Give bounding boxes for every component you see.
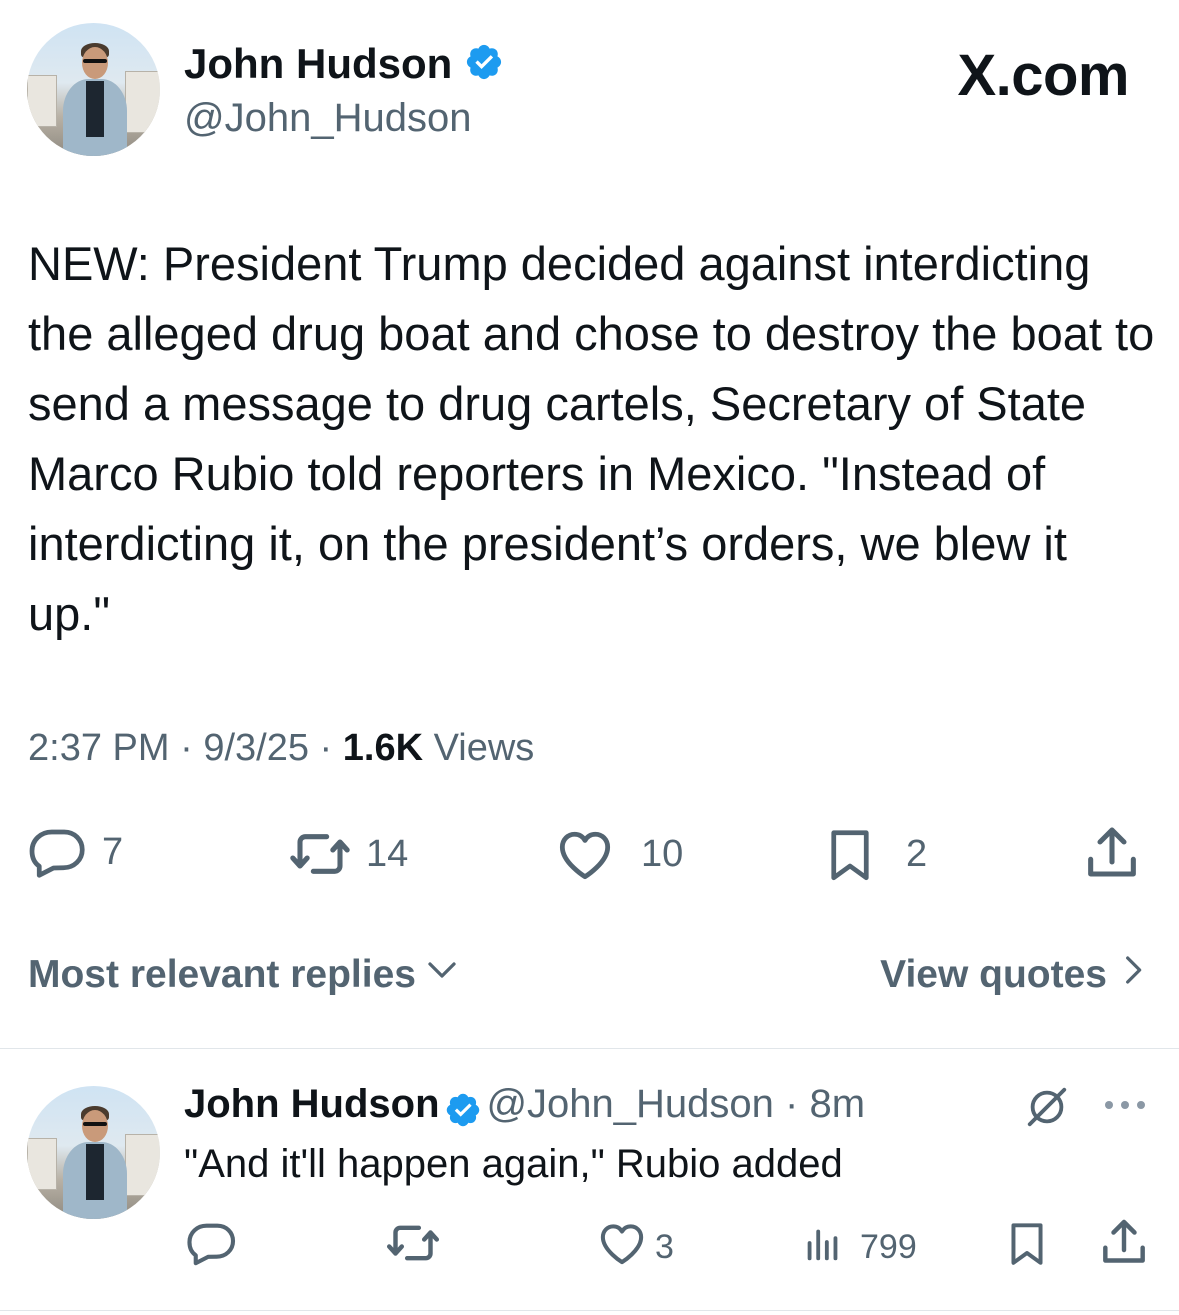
meta-separator: · <box>180 727 204 769</box>
like-button[interactable]: 10 <box>553 822 683 886</box>
reply-age: 8m <box>809 1082 866 1126</box>
meta-separator: · <box>319 727 343 769</box>
author-name-text: John Hudson <box>184 40 453 87</box>
repost-icon <box>288 822 352 886</box>
author-avatar[interactable] <box>27 23 160 156</box>
like-count: 10 <box>641 832 684 875</box>
avatar-head <box>82 1110 108 1142</box>
avatar-building-left <box>27 1138 57 1190</box>
reply-author-name[interactable]: John Hudson <box>184 1082 440 1126</box>
reply-share-button[interactable] <box>1096 1215 1152 1280</box>
reply-header: John Hudson @John_Hudson · 8m <box>184 1082 865 1134</box>
more-icon[interactable] <box>1100 1090 1150 1125</box>
reply-reply-button[interactable] <box>186 1217 238 1278</box>
reply-count: 7 <box>102 830 124 873</box>
views-label: Views <box>433 727 535 769</box>
repost-count: 14 <box>366 832 409 875</box>
avatar-shirt <box>86 1144 104 1200</box>
site-label: X.com <box>957 43 1129 108</box>
tweet-date[interactable]: 9/3/25 <box>203 727 309 769</box>
chevron-right-icon <box>1117 952 1149 998</box>
views-icon <box>800 1215 846 1280</box>
reply-button[interactable]: 7 <box>28 822 123 882</box>
tweet-time[interactable]: 2:37 PM <box>28 727 170 769</box>
view-quotes-link[interactable]: View quotes <box>880 952 1149 998</box>
share-button[interactable] <box>1080 822 1144 886</box>
avatar-head <box>82 47 108 79</box>
sort-label: Most relevant replies <box>28 953 416 996</box>
repost-button[interactable]: 14 <box>288 822 408 886</box>
avatar-building-right <box>125 71 160 133</box>
reply-text: "And it'll happen again," Rubio added <box>184 1142 843 1186</box>
repost-icon <box>385 1215 441 1280</box>
reply-views-button[interactable]: 799 <box>800 1215 917 1280</box>
reply-icon <box>186 1217 238 1278</box>
reply-icon <box>28 822 88 882</box>
like-icon <box>595 1215 649 1280</box>
author-name[interactable]: John Hudson <box>184 40 504 92</box>
sort-replies-dropdown[interactable]: Most relevant replies <box>28 952 460 998</box>
bookmark-icon <box>820 822 880 886</box>
reply-like-button[interactable]: 3 <box>595 1215 674 1280</box>
avatar-building-right <box>125 1134 160 1196</box>
reply-like-count: 3 <box>655 1228 674 1266</box>
reply-avatar[interactable] <box>27 1086 160 1219</box>
avatar-glasses <box>83 1122 107 1126</box>
avatar-shirt <box>86 81 104 137</box>
view-quotes-label: View quotes <box>880 953 1107 996</box>
verified-badge-icon <box>464 42 504 92</box>
bookmark-button[interactable]: 2 <box>820 822 927 886</box>
share-icon <box>1096 1215 1152 1280</box>
reply-author-handle[interactable]: @John_Hudson <box>486 1082 773 1126</box>
views-count: 1.6K <box>342 727 424 769</box>
divider <box>0 1048 1179 1049</box>
avatar-building-left <box>27 75 57 127</box>
divider-bottom <box>0 1310 1179 1311</box>
author-handle[interactable]: @John_Hudson <box>184 94 471 142</box>
tweet-meta: 2:37 PM · 9/3/25 · 1.6K Views <box>28 727 534 770</box>
reply-repost-button[interactable] <box>385 1215 441 1280</box>
like-icon <box>553 822 617 886</box>
reply-bookmark-button[interactable] <box>1002 1215 1052 1280</box>
verified-badge-icon <box>444 1091 482 1134</box>
tweet-text: NEW: President Trump decided against int… <box>28 237 1155 640</box>
reply-separator: · <box>773 1082 810 1126</box>
avatar-glasses <box>83 59 107 63</box>
bookmark-icon <box>1002 1215 1052 1280</box>
chevron-down-icon <box>424 952 460 998</box>
grok-icon[interactable] <box>1022 1084 1072 1135</box>
bookmark-count: 2 <box>906 832 928 875</box>
share-icon <box>1080 822 1144 886</box>
reply-views-count: 799 <box>860 1228 917 1266</box>
